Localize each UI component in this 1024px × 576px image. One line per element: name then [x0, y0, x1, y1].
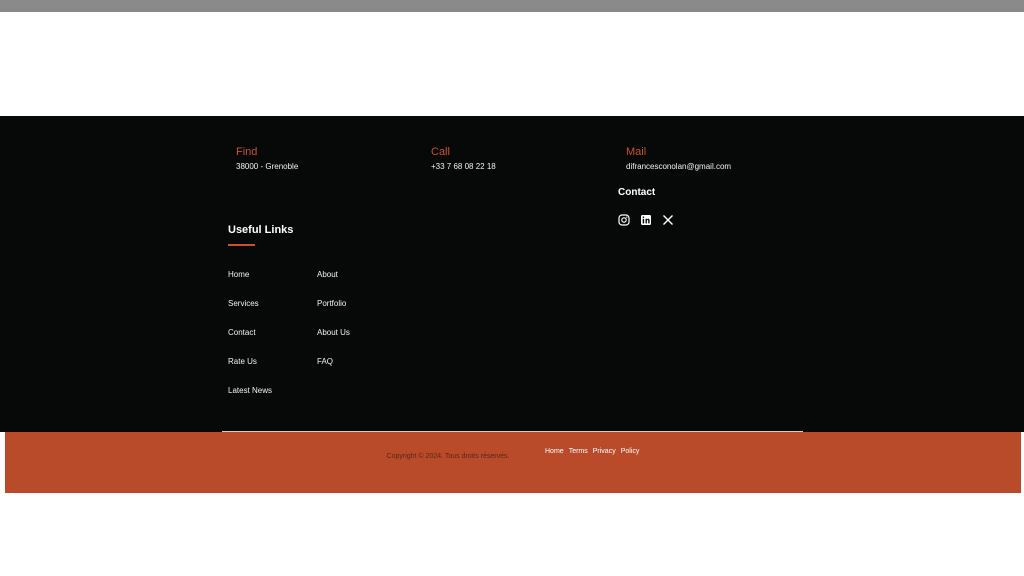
phone-number[interactable]: +33 7 68 08 22 18 [431, 162, 496, 171]
instagram-icon[interactable] [618, 213, 630, 226]
policy-link-home[interactable]: Home [545, 448, 564, 455]
find-address: 38000 - Grenoble [236, 162, 299, 171]
footer-link-about-us[interactable]: About Us [317, 328, 350, 337]
footer-link-contact[interactable]: Contact [228, 328, 256, 337]
useful-links-heading: Useful Links [228, 224, 294, 236]
call-title: Call [431, 146, 450, 158]
linkedin-icon[interactable] [640, 213, 652, 225]
mail-block: Mail difrancesconolan@gmail.com [626, 146, 731, 171]
top-gray-bar [0, 0, 1024, 12]
bottom-bar: Copyright © 2024. Tous droits réservés. … [5, 432, 1021, 493]
copyright-text: Copyright © 2024. Tous droits réservés. [386, 453, 510, 460]
call-block: Call +33 7 68 08 22 18 [431, 146, 496, 171]
find-block: Find 38000 - Grenoble [236, 146, 298, 171]
footer-link-latest-news[interactable]: Latest News [228, 386, 272, 395]
useful-links-underline [228, 244, 255, 246]
social-icons [618, 213, 674, 226]
footer-link-rate-us[interactable]: Rate Us [228, 357, 257, 366]
footer-link-about[interactable]: About [317, 270, 338, 279]
site-footer: Find 38000 - Grenoble Call +33 7 68 08 2… [0, 116, 1024, 432]
policy-link-policy[interactable]: Policy [621, 448, 640, 455]
x-icon[interactable] [662, 213, 674, 225]
email-address[interactable]: difrancesconolan@gmail.com [626, 162, 731, 171]
policy-links: Home Terms Privacy Policy [545, 448, 639, 455]
find-title: Find [236, 146, 258, 158]
policy-link-privacy[interactable]: Privacy [593, 448, 616, 455]
contact-heading: Contact [618, 187, 656, 198]
policy-link-terms[interactable]: Terms [569, 448, 588, 455]
footer-link-faq[interactable]: FAQ [317, 357, 333, 366]
mail-title: Mail [626, 146, 647, 158]
footer-link-portfolio[interactable]: Portfolio [317, 299, 346, 308]
footer-link-services[interactable]: Services [228, 299, 259, 308]
footer-link-home[interactable]: Home [228, 270, 249, 279]
